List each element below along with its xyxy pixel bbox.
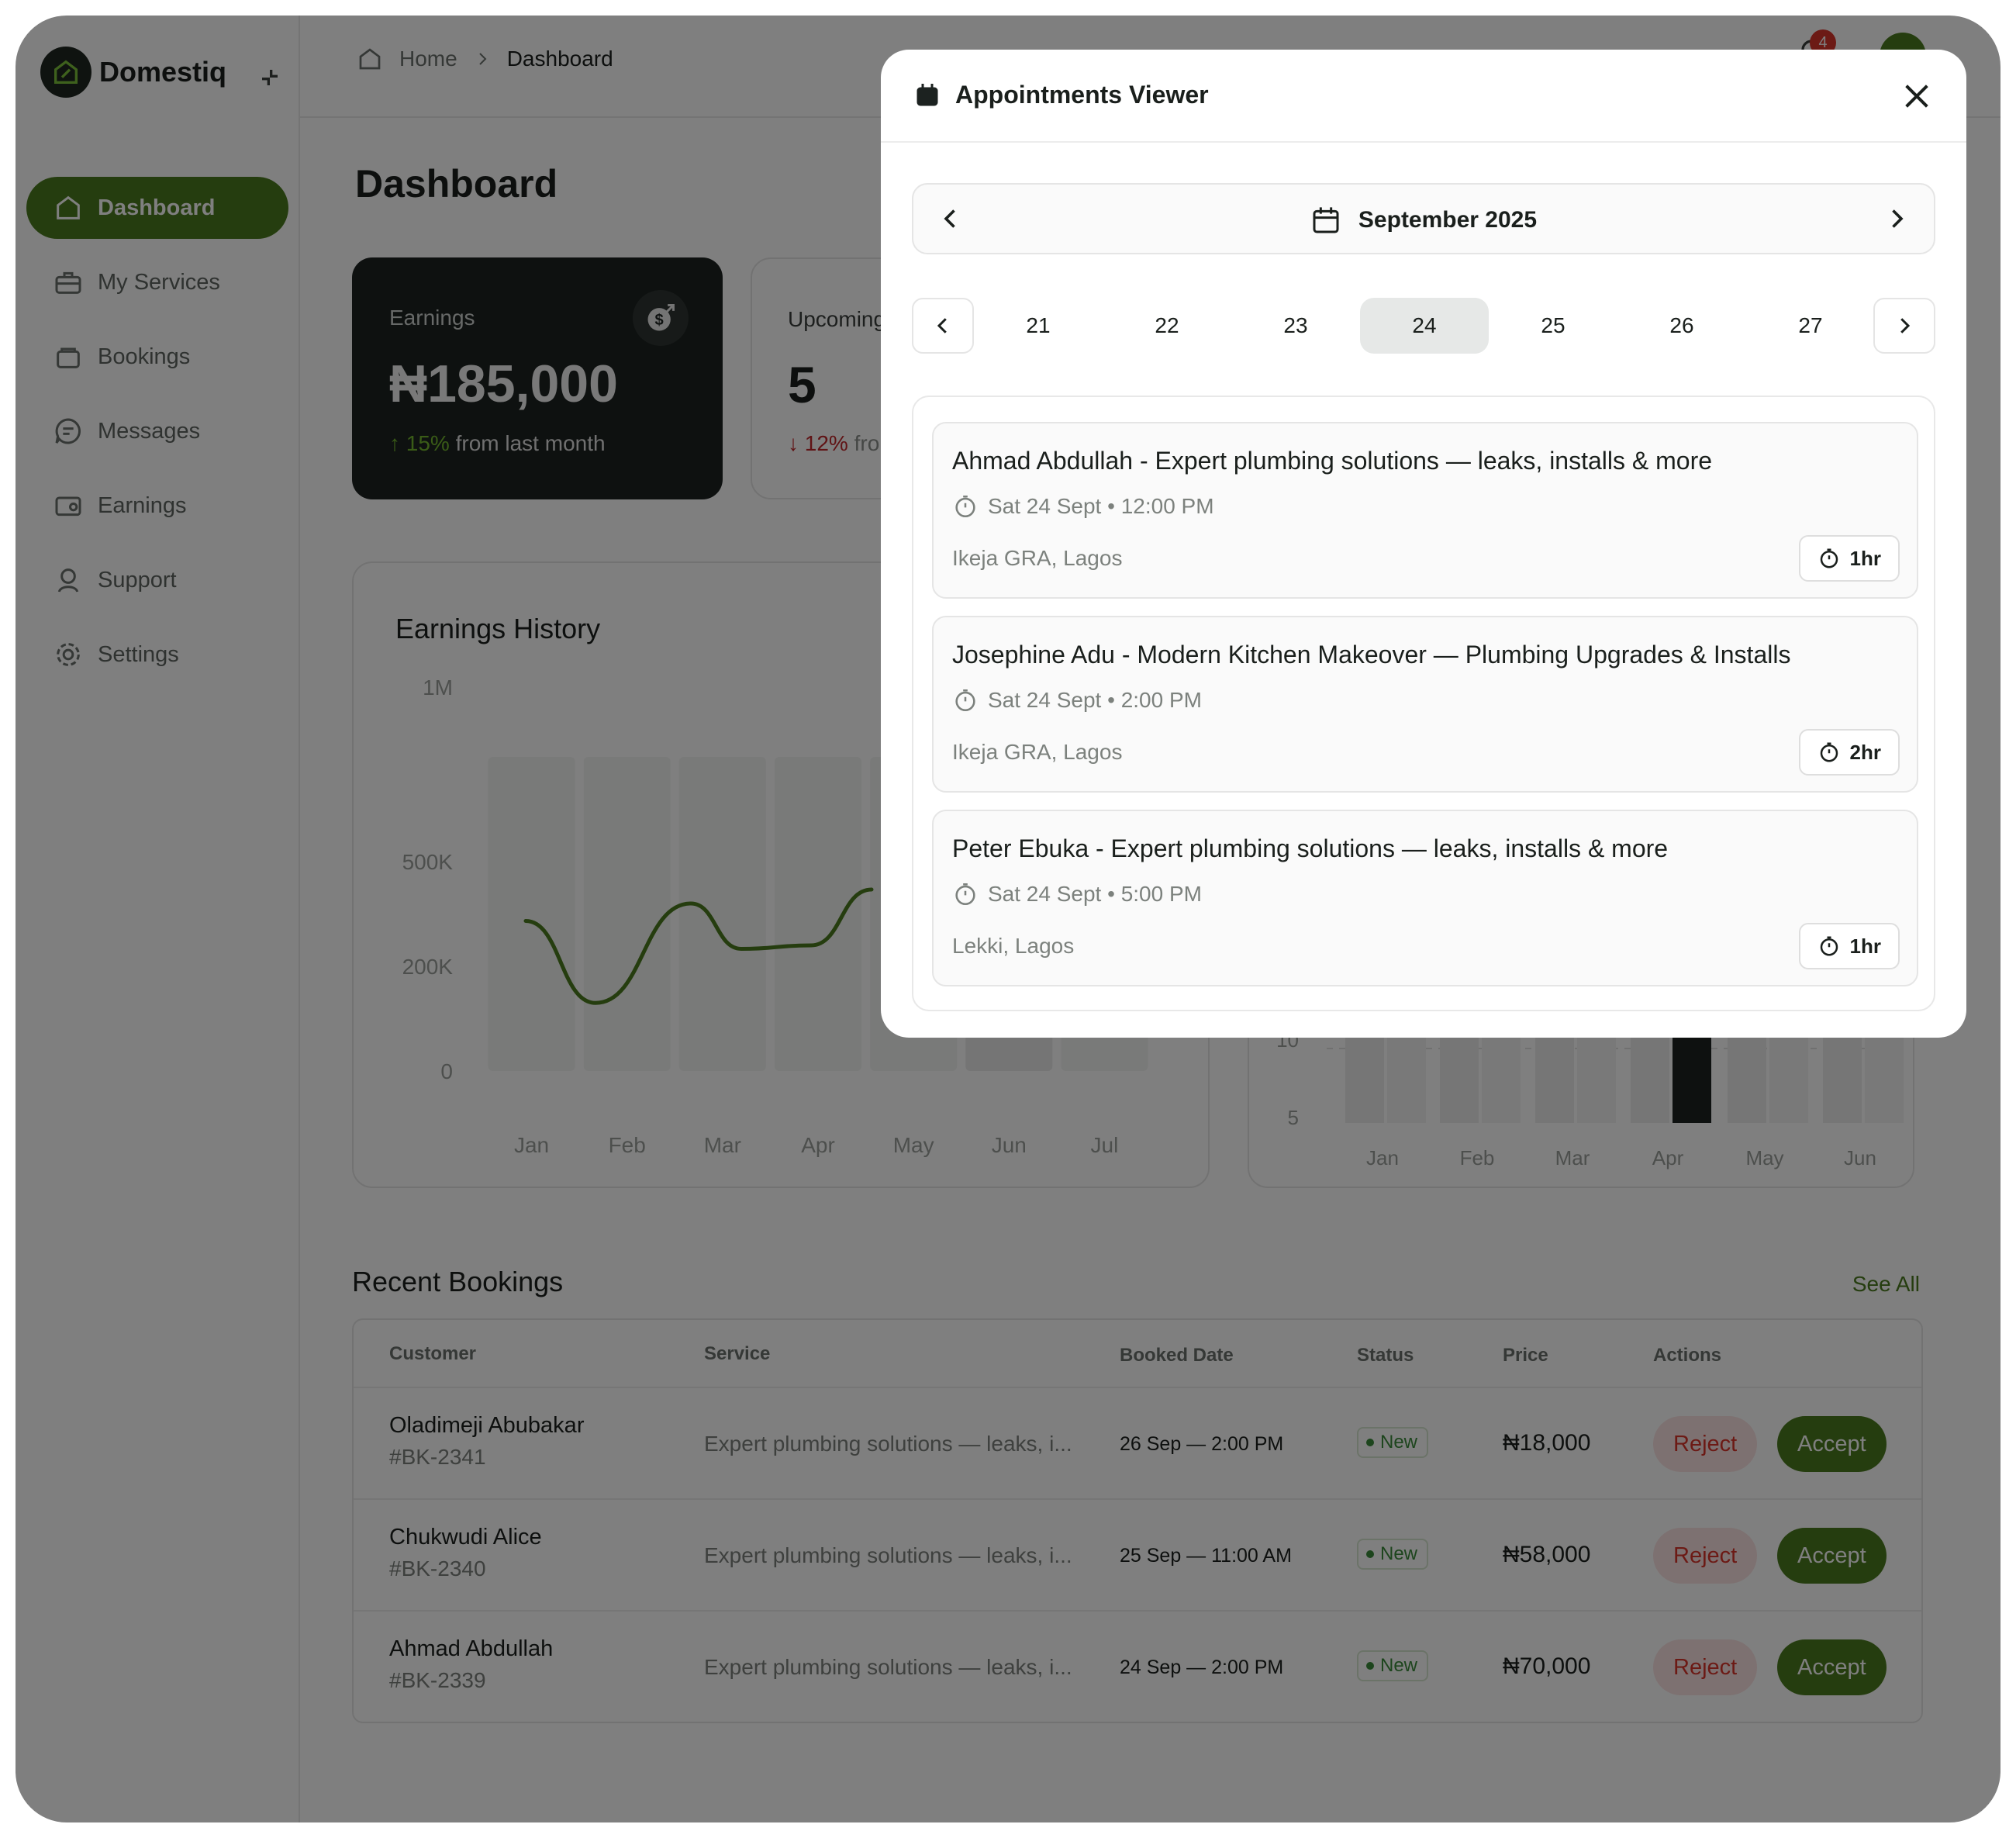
appointment-time: Sat 24 Sept • 2:00 PM	[952, 687, 1202, 713]
chevron-right-icon[interactable]	[1883, 205, 1911, 233]
appointment-duration: 1hr	[1798, 535, 1900, 582]
calendar-icon	[1313, 207, 1339, 233]
appointment-time: Sat 24 Sept • 12:00 PM	[952, 493, 1214, 520]
day-23[interactable]: 23	[1231, 298, 1360, 354]
modal-title-text: Appointments Viewer	[955, 81, 1209, 109]
day-27[interactable]: 27	[1746, 298, 1875, 354]
appointment-card[interactable]: Peter Ebuka - Expert plumbing solutions …	[932, 810, 1918, 986]
month-selector: September 2025	[912, 183, 1935, 254]
prev-week-button[interactable]	[912, 298, 974, 354]
appointment-card[interactable]: Ahmad Abdullah - Expert plumbing solutio…	[932, 422, 1918, 599]
stopwatch-icon	[1820, 548, 1838, 568]
stopwatch-icon	[1820, 742, 1838, 762]
app-window: Domestiq Dashboard My Services Bookings …	[16, 16, 2000, 1822]
appointment-location: Lekki, Lagos	[952, 934, 1075, 958]
close-icon[interactable]	[1901, 81, 1932, 112]
appointment-duration: 2hr	[1798, 729, 1900, 776]
appointment-title: Peter Ebuka - Expert plumbing solutions …	[952, 834, 1669, 862]
modal-header: Appointments Viewer	[881, 50, 1966, 143]
calendar-icon	[917, 83, 938, 105]
day-21[interactable]: 21	[974, 298, 1103, 354]
stopwatch-icon	[1820, 936, 1838, 956]
month-label: September 2025	[913, 205, 1934, 236]
next-week-button[interactable]	[1873, 298, 1935, 354]
appointment-duration: 1hr	[1798, 923, 1900, 969]
day-24-selected[interactable]: 24	[1360, 298, 1489, 354]
appointments-list: Ahmad Abdullah - Expert plumbing solutio…	[912, 396, 1935, 1011]
stopwatch-icon	[955, 689, 975, 712]
stopwatch-icon	[955, 495, 975, 518]
appointment-card[interactable]: Josephine Adu - Modern Kitchen Makeover …	[932, 616, 1918, 793]
chevron-left-icon	[937, 318, 947, 333]
day-25[interactable]: 25	[1489, 298, 1617, 354]
day-22[interactable]: 22	[1103, 298, 1231, 354]
appointment-title: Josephine Adu - Modern Kitchen Makeover …	[952, 641, 1791, 669]
stopwatch-icon	[955, 883, 975, 906]
modal-title: Appointments Viewer	[913, 81, 1209, 109]
appointment-time: Sat 24 Sept • 5:00 PM	[952, 881, 1202, 907]
chevron-right-icon	[1900, 318, 1911, 333]
appointment-location: Ikeja GRA, Lagos	[952, 740, 1123, 764]
month-text: September 2025	[1358, 207, 1538, 233]
day-26[interactable]: 26	[1617, 298, 1746, 354]
appointment-location: Ikeja GRA, Lagos	[952, 546, 1123, 570]
day-selector: 21 22 23 24 25 26 27	[912, 298, 1935, 354]
appointment-title: Ahmad Abdullah - Expert plumbing solutio…	[952, 447, 1713, 475]
appointments-modal: Appointments Viewer September 2025 21 22…	[881, 50, 1966, 1038]
